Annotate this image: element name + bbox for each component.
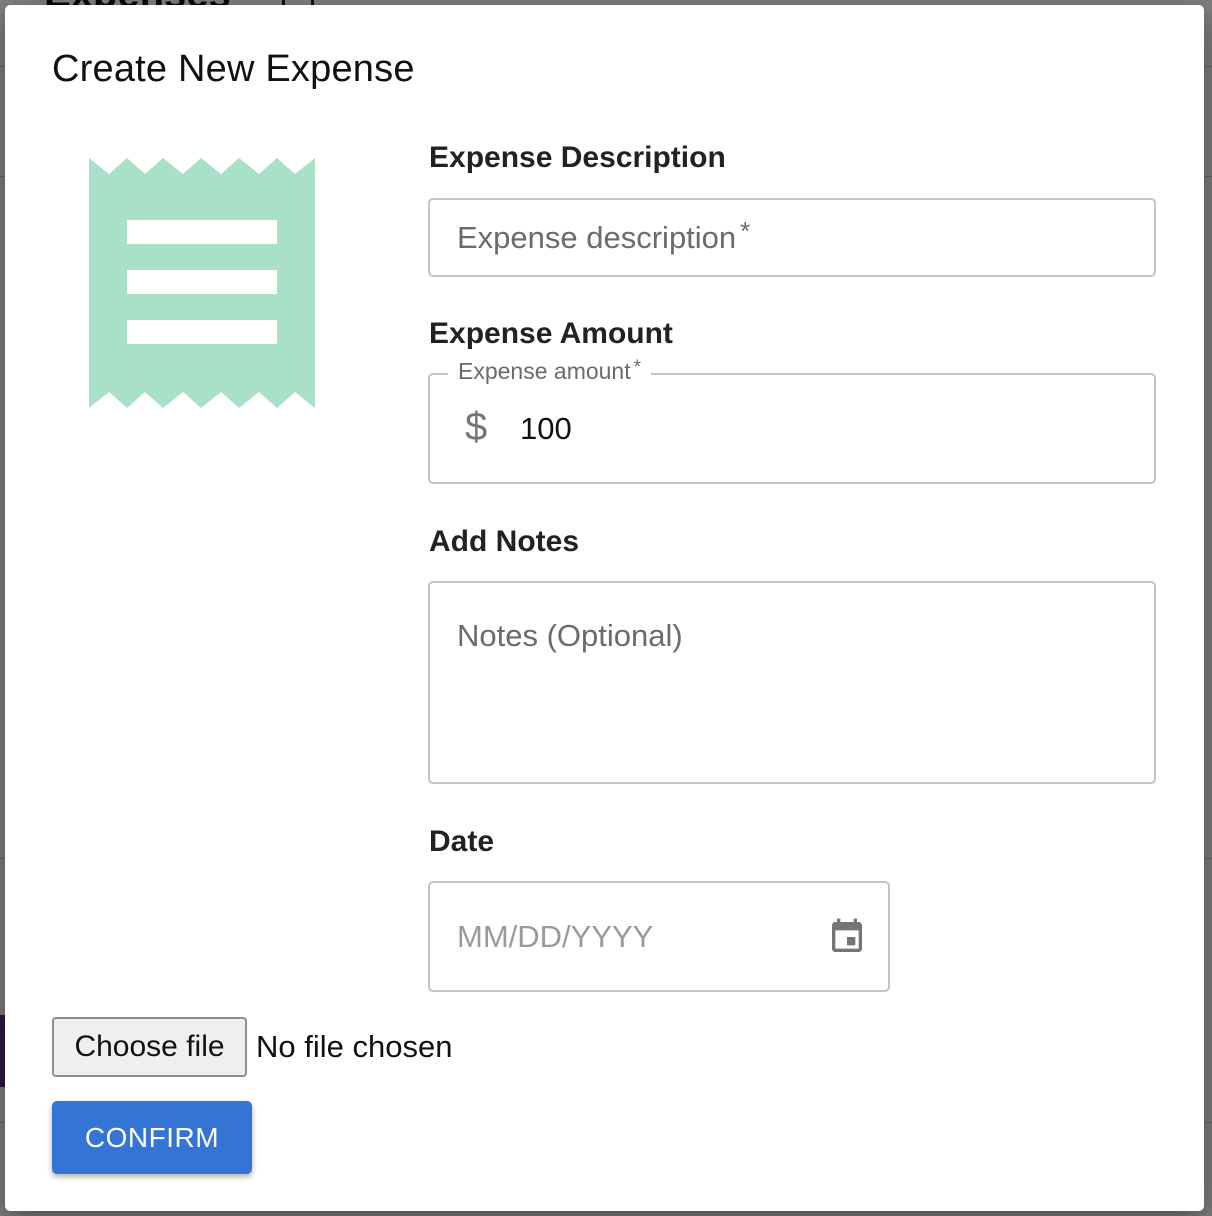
dialog-title: Create New Expense	[52, 48, 415, 90]
date-field[interactable]: MM/DD/YYYY	[428, 881, 890, 992]
receipt-line	[127, 270, 277, 294]
amount-floating-label: Expense amount *	[448, 357, 652, 385]
file-status: No file chosen	[256, 1029, 453, 1064]
amount-input[interactable]	[520, 409, 1020, 449]
date-label: Date	[429, 825, 495, 858]
choose-file-button[interactable]: Choose file	[52, 1017, 247, 1077]
calendar-icon[interactable]	[827, 915, 867, 959]
description-field[interactable]: Expense description *	[428, 198, 1156, 277]
receipt-icon	[89, 158, 315, 408]
confirm-button[interactable]: CONFIRM	[52, 1101, 252, 1174]
receipt-line	[127, 220, 277, 244]
dollar-sign-icon: $	[465, 405, 488, 449]
amount-field[interactable]: Expense amount * $	[428, 357, 1156, 484]
amount-label: Expense Amount	[429, 317, 673, 350]
create-expense-dialog: Create New Expense Expense Description E…	[5, 5, 1204, 1211]
description-label: Expense Description	[429, 141, 726, 174]
description-input[interactable]	[457, 218, 1117, 258]
receipt-line	[127, 320, 277, 344]
notes-field[interactable]: Notes (Optional)	[428, 581, 1156, 784]
date-placeholder: MM/DD/YYYY	[457, 919, 654, 954]
notes-textarea[interactable]	[457, 613, 1117, 763]
notes-label: Add Notes	[429, 525, 579, 558]
